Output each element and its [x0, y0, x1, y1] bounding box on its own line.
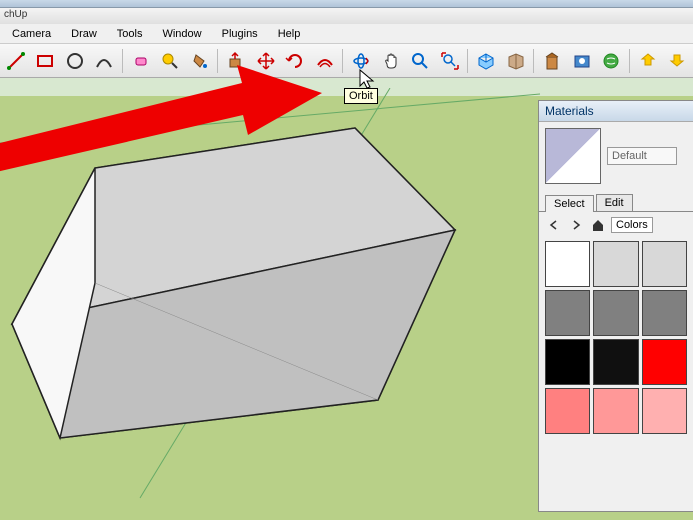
export-icon[interactable]: [634, 47, 662, 75]
menu-bar: Camera Draw Tools Window Plugins Help: [0, 24, 693, 44]
photo-match-icon[interactable]: [568, 47, 596, 75]
iso-view-icon[interactable]: [472, 47, 500, 75]
menu-window[interactable]: Window: [152, 26, 211, 42]
material-swatch[interactable]: [545, 339, 590, 385]
tool-tooltip: Orbit: [344, 88, 378, 104]
material-swatch[interactable]: [593, 388, 638, 434]
material-swatch[interactable]: [642, 241, 687, 287]
browser-tab-strip: [0, 0, 693, 8]
material-swatch[interactable]: [642, 388, 687, 434]
material-preview-row: Default: [539, 122, 693, 190]
toolbar-separator: [217, 49, 218, 73]
nav-back-icon[interactable]: [545, 216, 563, 234]
nav-forward-icon[interactable]: [567, 216, 585, 234]
rectangle-tool-icon[interactable]: [32, 47, 60, 75]
push-pull-tool-icon[interactable]: [222, 47, 250, 75]
toolbar-separator: [467, 49, 468, 73]
material-swatch[interactable]: [593, 241, 638, 287]
eraser-tool-icon[interactable]: [127, 47, 155, 75]
zoom-extents-tool-icon[interactable]: [436, 47, 464, 75]
material-swatch[interactable]: [593, 339, 638, 385]
window-title-bar: chUp: [0, 8, 693, 24]
line-tool-icon[interactable]: [2, 47, 30, 75]
material-swatch[interactable]: [545, 388, 590, 434]
toolbar-separator: [122, 49, 123, 73]
current-material-swatch[interactable]: [545, 128, 601, 184]
menu-plugins[interactable]: Plugins: [212, 26, 268, 42]
menu-tools[interactable]: Tools: [107, 26, 153, 42]
toolbar-separator: [342, 49, 343, 73]
building-tool-icon[interactable]: [538, 47, 566, 75]
orbit-tool-icon[interactable]: [347, 47, 375, 75]
pan-tool-icon[interactable]: [377, 47, 405, 75]
menu-camera[interactable]: Camera: [2, 26, 61, 42]
offset-tool-icon[interactable]: [311, 47, 339, 75]
tab-select[interactable]: Select: [545, 195, 594, 212]
materials-tabs: Select Edit: [539, 190, 693, 212]
model-box-3d: [0, 88, 560, 508]
circle-tool-icon[interactable]: [61, 47, 89, 75]
materials-panel-title: Materials: [539, 101, 693, 122]
app-title: chUp: [4, 9, 27, 20]
material-swatch[interactable]: [642, 339, 687, 385]
toolbar-separator: [533, 49, 534, 73]
move-tool-icon[interactable]: [252, 47, 280, 75]
material-swatch[interactable]: [593, 290, 638, 336]
material-swatch[interactable]: [545, 290, 590, 336]
rotate-tool-icon[interactable]: [281, 47, 309, 75]
paint-bucket-tool-icon[interactable]: [186, 47, 214, 75]
tape-measure-tool-icon[interactable]: [156, 47, 184, 75]
menu-draw[interactable]: Draw: [61, 26, 107, 42]
current-material-name: Default: [607, 147, 677, 165]
materials-category[interactable]: Colors: [611, 217, 653, 233]
arc-tool-icon[interactable]: [91, 47, 119, 75]
get-models-icon[interactable]: [597, 47, 625, 75]
materials-panel: Materials Default Select Edit Colors: [538, 100, 693, 512]
main-toolbar: [0, 44, 693, 78]
import-icon[interactable]: [663, 47, 691, 75]
tab-edit[interactable]: Edit: [596, 194, 633, 211]
nav-home-icon[interactable]: [589, 216, 607, 234]
section-tool-icon[interactable]: [502, 47, 530, 75]
materials-swatch-grid: [539, 238, 693, 437]
material-swatch[interactable]: [642, 290, 687, 336]
toolbar-separator: [629, 49, 630, 73]
menu-help[interactable]: Help: [268, 26, 311, 42]
materials-nav: Colors: [539, 212, 693, 238]
zoom-tool-icon[interactable]: [406, 47, 434, 75]
material-swatch[interactable]: [545, 241, 590, 287]
